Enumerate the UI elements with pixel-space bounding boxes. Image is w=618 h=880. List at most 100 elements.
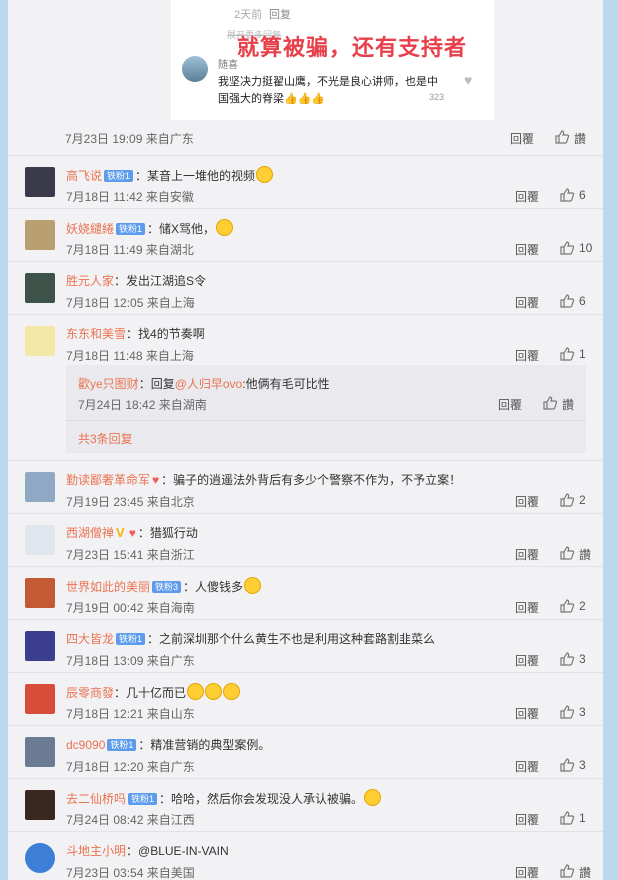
top-reply-button[interactable]: 回覆 <box>510 130 534 147</box>
comment-line: 四大皆龙 铁粉1 ：之前深圳那个什么黄生不也是利用这种套路割韭菜么 <box>66 630 435 647</box>
thumb-up-icon[interactable] <box>559 651 575 667</box>
comment-author[interactable]: 世界如此的美丽 <box>66 580 150 594</box>
comment-author[interactable]: 妖娆繾綣 <box>66 222 114 236</box>
comment-line: 辰零商發：几十亿而已 <box>66 683 241 701</box>
thumb-up-icon[interactable] <box>559 810 575 826</box>
comment-item: 四大皆龙 铁粉1 ：之前深圳那个什么黄生不也是利用这种套路割韭菜么 7月18日 13:… <box>8 619 603 673</box>
like-count[interactable]: 10 <box>579 241 592 255</box>
like-count[interactable]: 3 <box>579 652 586 666</box>
like-count[interactable]: 2 <box>579 493 586 507</box>
reply-button[interactable]: 回覆 <box>515 546 539 563</box>
comment-text: ：骗子的逍遥法外背后有多少个警察不作为，不予立案！ <box>161 473 462 487</box>
reply-button[interactable]: 回覆 <box>515 864 539 880</box>
more-replies-link[interactable]: 共3条回复 <box>78 430 133 447</box>
like-count[interactable]: 6 <box>579 294 586 308</box>
thumb-up-icon[interactable] <box>559 598 575 614</box>
like-count[interactable]: 6 <box>579 188 586 202</box>
comment-author[interactable]: 斗地主小明 <box>66 844 126 858</box>
reply-button[interactable]: 回覆 <box>515 188 539 205</box>
heart-badge-icon: ♥ <box>152 473 160 487</box>
avatar[interactable] <box>25 684 55 714</box>
thumb-up-icon[interactable] <box>559 346 575 362</box>
sub-reply-like-label[interactable]: 讚 <box>562 396 574 413</box>
avatar[interactable] <box>25 326 55 356</box>
like-count[interactable]: 讚 <box>579 546 591 563</box>
embedded-screenshot: 2天前 回复 展开更多回复 就算被骗，还有支持者 随喜 我坚决力挺翟山鹰，不光是… <box>171 0 494 120</box>
like-count[interactable]: 1 <box>579 811 586 825</box>
comment-text: ：猎狐行动 <box>137 526 198 540</box>
sub-reply-line: 歡ye只图财：回复@人归早ovo:他俩有毛可比性 <box>78 375 330 392</box>
sub-reply-mention[interactable]: @人归早ovo <box>175 377 243 391</box>
thumb-up-icon[interactable] <box>559 545 575 561</box>
avatar[interactable] <box>25 167 55 197</box>
comment-author[interactable]: 胜元人家 <box>66 274 114 288</box>
like-count[interactable]: 1 <box>579 347 586 361</box>
comment-author[interactable]: 西湖僧禅 <box>66 526 114 540</box>
embed-reply: 回复 <box>269 9 291 21</box>
comment-item: 西湖僧禅 V ♥ ：猎狐行动 7月23日 15:41 来自浙江 回覆 讚 <box>8 513 603 567</box>
reply-button[interactable]: 回覆 <box>515 493 539 510</box>
avatar[interactable] <box>25 220 55 250</box>
comment-meta: 7月18日 11:49 来自湖北 <box>66 243 194 257</box>
comment-author[interactable]: 高飞说 <box>66 169 102 183</box>
thumb-up-icon[interactable] <box>559 187 575 203</box>
avatar[interactable] <box>25 578 55 608</box>
emoji-icon <box>244 577 262 594</box>
sub-reply-meta: 7月24日 18:42 来自湖南 <box>78 398 207 412</box>
comment-meta: 7月18日 12:05 来自上海 <box>66 296 195 310</box>
comment-meta: 7月18日 11:42 来自安徽 <box>66 190 194 204</box>
comment-item: 去二仙桥吗 铁粉1 ：哈哈，然后你会发现没人承认被骗。 7月24日 08:42 来自江… <box>8 778 603 832</box>
fan-badge: 铁粉1 <box>116 223 146 235</box>
thumb-up-icon[interactable] <box>542 395 558 411</box>
reply-button[interactable]: 回覆 <box>515 599 539 616</box>
like-count[interactable]: 2 <box>579 599 586 613</box>
thumb-up-icon[interactable] <box>559 704 575 720</box>
comment-author[interactable]: 勤读鄙奢革命军 <box>66 473 150 487</box>
comment-meta: 7月24日 08:42 来自江西 <box>66 813 195 827</box>
comment-item: 高飞说 铁粉1 ：某音上一堆他的视频 7月18日 11:42 来自安徽 回覆 6 <box>8 155 603 209</box>
comment-line: 去二仙桥吗 铁粉1 ：哈哈，然后你会发现没人承认被骗。 <box>66 789 382 807</box>
comment-line: 东东和美雪：找4的节奏啊 <box>66 325 205 342</box>
like-count[interactable]: 3 <box>579 758 586 772</box>
sub-reply-author[interactable]: 歡ye只图财 <box>78 377 139 391</box>
sub-reply-prefix: ：回复 <box>138 377 175 391</box>
thumb-up-icon[interactable] <box>559 293 575 309</box>
avatar[interactable] <box>25 843 55 873</box>
thumb-up-icon[interactable] <box>559 492 575 508</box>
thumb-up-icon[interactable] <box>559 757 575 773</box>
avatar[interactable] <box>25 737 55 767</box>
embed-time: 2天前 <box>234 9 263 21</box>
top-like-label[interactable]: 讚 <box>574 130 586 147</box>
thumb-up-icon[interactable] <box>554 129 570 145</box>
avatar[interactable] <box>25 790 55 820</box>
reply-button[interactable]: 回覆 <box>515 811 539 828</box>
thumb-up-icon[interactable] <box>559 240 575 256</box>
thumb-up-icon[interactable] <box>559 863 575 879</box>
reply-button[interactable]: 回覆 <box>515 758 539 775</box>
comment-author[interactable]: 东东和美雪 <box>66 327 126 341</box>
heart-badge-icon: ♥ <box>128 526 136 540</box>
reply-button[interactable]: 回覆 <box>515 347 539 364</box>
avatar[interactable] <box>25 472 55 502</box>
reply-button[interactable]: 回覆 <box>515 705 539 722</box>
avatar[interactable] <box>25 631 55 661</box>
like-count[interactable]: 讚 <box>579 864 591 880</box>
comment-author[interactable]: dc9090 <box>66 738 105 752</box>
sub-reply-reply-button[interactable]: 回覆 <box>498 396 522 413</box>
avatar[interactable] <box>25 525 55 555</box>
comment-author[interactable]: 去二仙桥吗 <box>66 792 126 806</box>
top-post-meta: 7月23日 19:09 来自广东 <box>65 132 194 146</box>
comment-author[interactable]: 辰零商發 <box>66 686 114 700</box>
comment-item: 东东和美雪：找4的节奏啊 7月18日 11:48 来自上海 回覆 1 <box>8 314 603 368</box>
reply-button[interactable]: 回覆 <box>515 241 539 258</box>
embed-heart-icon: ♥ <box>464 72 473 88</box>
sub-reply-text: :他俩有毛可比性 <box>242 377 330 391</box>
reply-button[interactable]: 回覆 <box>515 652 539 669</box>
comment-line: 胜元人家：发出江湖追S令 <box>66 272 206 289</box>
reply-button[interactable]: 回覆 <box>515 294 539 311</box>
comment-text: ：精准营销的典型案例。 <box>138 738 271 752</box>
comment-item: 世界如此的美丽 铁粉3 ：人傻钱多 7月19日 00:42 来自海南 回覆 2 <box>8 566 603 620</box>
comment-author[interactable]: 四大皆龙 <box>66 632 114 646</box>
avatar[interactable] <box>25 273 55 303</box>
like-count[interactable]: 3 <box>579 705 586 719</box>
